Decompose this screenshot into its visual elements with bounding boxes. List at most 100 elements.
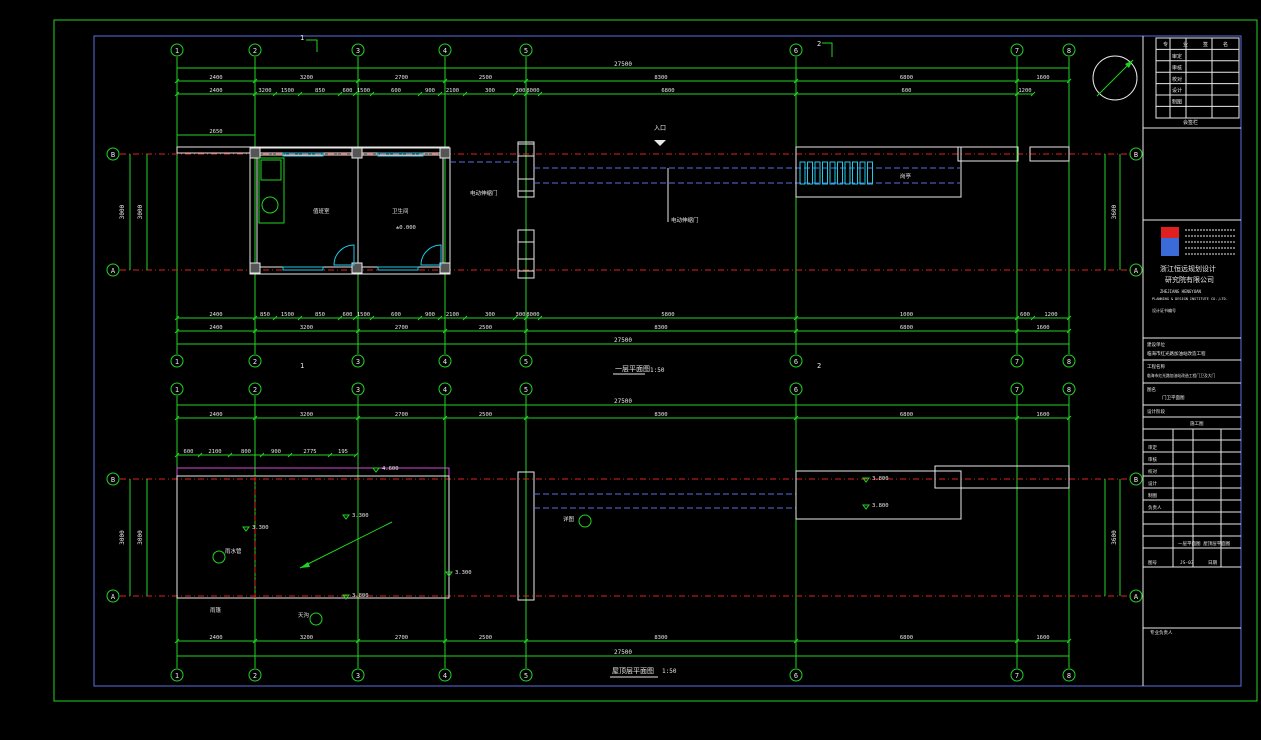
elevation-text: 4.600 (382, 466, 399, 472)
dim-text: 8300 (654, 325, 667, 331)
cert-label: 设计证书编号 (1152, 307, 1176, 313)
dim-text: 2650 (209, 129, 222, 135)
axis-number: 1 (175, 47, 179, 55)
dim-text: 2500 (479, 412, 492, 418)
dim-text: 2100 (446, 88, 459, 94)
dim-text: 1600 (1036, 325, 1049, 331)
dim-text: 1600 (1036, 412, 1049, 418)
dim-text: 8000 (526, 88, 539, 94)
column (351, 147, 363, 159)
sign-row-label: 制图 (1172, 99, 1182, 106)
axis-number: 2 (253, 672, 257, 680)
project-label: 建设单位 (1147, 341, 1165, 348)
detail-bubble (578, 514, 592, 528)
detail-bubble (212, 550, 226, 564)
approval-row-label: 审核 (1148, 456, 1157, 463)
company-name-en2: PLANNING & DESIGN INSTITUTE CO.,LTD. (1152, 297, 1228, 301)
dim-text: 600 (391, 312, 401, 318)
toilet-fixture (261, 196, 279, 214)
axis-number: 2 (253, 386, 257, 394)
dim-text: 3200 (300, 325, 313, 331)
note-text: 详图 (563, 515, 575, 523)
drawing-name: 门卫平面图 (1162, 394, 1185, 401)
dim-text: 2400 (209, 75, 222, 81)
company-logo-blue (1161, 238, 1179, 256)
note-text: 电动伸缩门 (470, 189, 498, 197)
sign-label: 会签栏 (1183, 119, 1198, 126)
axis-number: 4 (443, 358, 447, 366)
dim-text: 195 (338, 449, 348, 455)
axis-number: 1 (175, 672, 179, 680)
dim-text: 6800 (900, 325, 913, 331)
guardhouse-inner-wall (256, 154, 444, 268)
dim-text: 6800 (661, 88, 674, 94)
axis-number: 6 (794, 386, 798, 394)
dim-text: 1600 (1036, 635, 1049, 641)
dim-total: 27500 (614, 61, 632, 68)
section-mark: 2 (817, 40, 821, 48)
slope-arrow (299, 521, 393, 569)
room-label: 卫生间 (392, 207, 409, 215)
elevation-text: 3.800 (872, 503, 889, 509)
note-text: 岗亭 (900, 172, 912, 180)
dim-text: 5800 (661, 312, 674, 318)
dim-total: 27500 (614, 649, 632, 656)
sign-header: 业 (1183, 41, 1188, 48)
axis-number: 8 (1067, 672, 1071, 680)
axis-number: 4 (443, 672, 447, 680)
entry-label: 入口 (654, 125, 666, 132)
cad-drawing-canvas[interactable]: 1122334455667788B BA A3000 3000 360027500240… (0, 0, 1261, 740)
dim-text: 1200 (1018, 88, 1031, 94)
dim-text: 900 (271, 449, 281, 455)
elevation-marker (342, 514, 350, 520)
approval-row-label: 校对 (1148, 468, 1157, 475)
dim-text: 900 (425, 312, 435, 318)
approval-row-label: 设计 (1148, 480, 1157, 487)
axis-number: 5 (524, 47, 528, 55)
sign-row-label: 审定 (1172, 53, 1182, 60)
dim-text: 1500 (281, 312, 294, 318)
dim-text: 1600 (1036, 75, 1049, 81)
elevation-text: 3.300 (352, 513, 369, 519)
dim-text: 1200 (1044, 312, 1057, 318)
dim-text: 3000 (137, 530, 144, 545)
axis-number: 6 (794, 47, 798, 55)
dim-text: 2700 (395, 325, 408, 331)
axis-number: 3 (356, 47, 360, 55)
row-label: B (111, 151, 115, 159)
section-mark: 2 (817, 362, 821, 370)
plan-drawings: 1122334455667788B BA A3000 3000 360027500240… (106, 34, 1143, 682)
dim-text: 2400 (209, 88, 222, 94)
date-label: 日期 (1208, 560, 1217, 566)
parapet (176, 467, 450, 477)
approval-row-label: 负责人 (1148, 504, 1162, 511)
railing-bar (852, 161, 858, 185)
elevation-label: ±0.000 (396, 225, 416, 231)
railing-bar (867, 161, 873, 185)
dim-text: 2500 (479, 325, 492, 331)
axis-number: 4 (443, 47, 447, 55)
dim-text: 300 (485, 312, 495, 318)
sink-fixture (260, 159, 282, 181)
dim-text: 1500 (357, 312, 370, 318)
dim-text: 6800 (900, 635, 913, 641)
note-text: 雨篷 (210, 606, 222, 614)
axis-number: 8 (1067, 358, 1071, 366)
detail-bubble (309, 612, 323, 626)
note-text: 电动伸缩门 (671, 216, 699, 224)
dim-text: 6800 (900, 75, 913, 81)
dim-text: 2700 (395, 412, 408, 418)
company-name-cn2: 研究院有限公司 (1165, 275, 1214, 284)
roof-outline (176, 475, 450, 599)
dim-text: 3200 (258, 88, 271, 94)
dim-text: 3600 (1111, 204, 1118, 219)
row-label: A (1134, 593, 1139, 601)
axis-number: 4 (443, 386, 447, 394)
dim-text: 3200 (300, 75, 313, 81)
approval-row-label: 制图 (1148, 492, 1157, 499)
plan-title: 一层平面图 (615, 365, 650, 373)
section-line (822, 42, 833, 57)
footer-note: 专业负责人 (1150, 629, 1173, 636)
drawing-label: 图名 (1147, 386, 1156, 393)
stage-name: 施工图 (1190, 420, 1204, 427)
